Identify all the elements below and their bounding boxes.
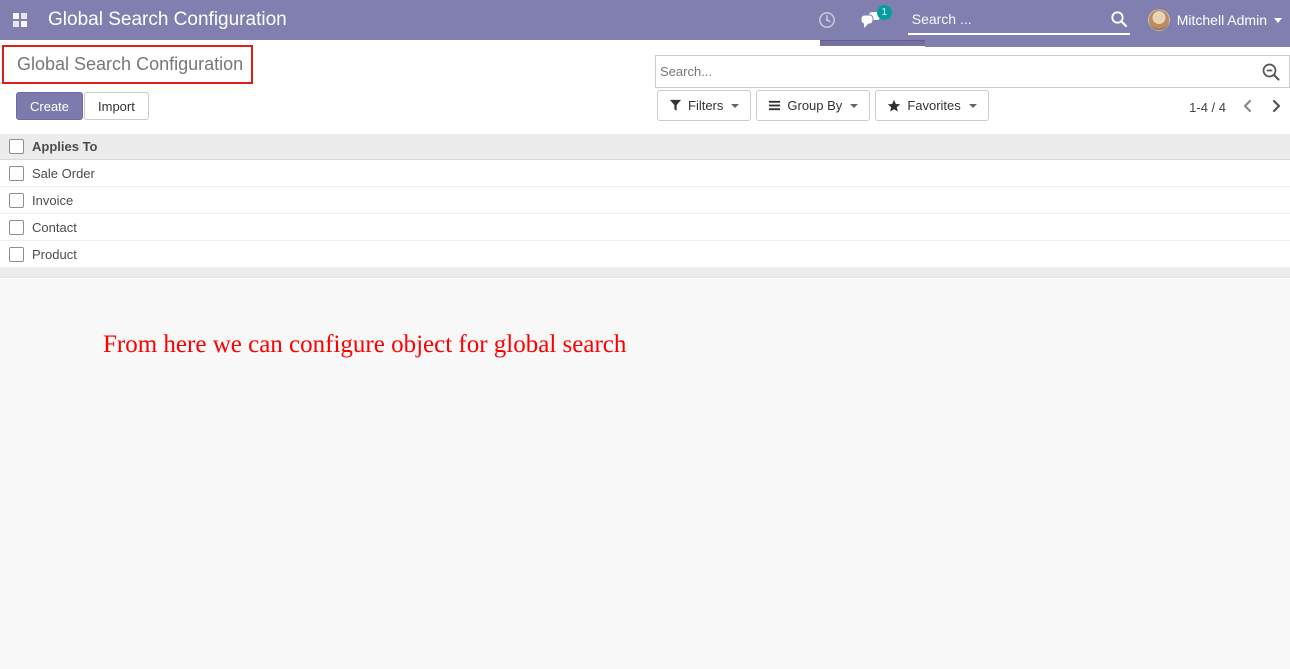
table-row[interactable]: Product: [0, 241, 1290, 268]
import-button[interactable]: Import: [84, 92, 149, 120]
row-label: Contact: [32, 220, 77, 235]
column-header-applies-to[interactable]: Applies To: [32, 139, 97, 154]
top-navbar: Global Search Configuration 1: [0, 0, 1290, 40]
pager-next-button[interactable]: [1269, 97, 1284, 118]
group-by-label: Group By: [787, 98, 842, 113]
row-label: Sale Order: [32, 166, 95, 181]
chevron-down-icon: [850, 104, 858, 108]
favorites-button[interactable]: Favorites: [875, 90, 988, 121]
search-options: Filters Group By Favorites: [657, 90, 989, 121]
pager-range: 1-4 / 4: [1189, 100, 1226, 115]
message-count-badge: 1: [877, 5, 892, 20]
create-button[interactable]: Create: [16, 92, 83, 120]
list-search-box: [655, 55, 1290, 88]
chevron-left-icon: [1242, 99, 1253, 113]
list-header-row: Applies To: [0, 134, 1290, 160]
table-row[interactable]: Sale Order: [0, 160, 1290, 187]
row-checkbox[interactable]: [9, 166, 24, 181]
table-row[interactable]: Invoice: [0, 187, 1290, 214]
bars-icon: [768, 99, 781, 112]
select-all-checkbox[interactable]: [9, 139, 24, 154]
list-footer-strip: [0, 268, 1290, 278]
annotation-text: From here we can configure object for gl…: [103, 331, 626, 359]
filters-button[interactable]: Filters: [657, 90, 751, 121]
table-row[interactable]: Contact: [0, 214, 1290, 241]
search-icon[interactable]: [1110, 10, 1128, 28]
pager: 1-4 / 4: [1189, 97, 1284, 118]
app-window: Global Search Configuration 1: [0, 0, 1290, 669]
app-title: Global Search Configuration: [48, 9, 287, 31]
filter-icon: [669, 99, 682, 112]
activities-menu-button[interactable]: [806, 0, 848, 40]
clock-icon: [818, 11, 836, 29]
apps-grid-icon: [12, 12, 28, 28]
list-search-input[interactable]: [656, 64, 1261, 79]
row-checkbox[interactable]: [9, 193, 24, 208]
breadcrumb[interactable]: Global Search Configuration: [4, 54, 243, 75]
apps-menu-button[interactable]: [0, 0, 40, 40]
user-avatar: [1148, 9, 1170, 31]
pager-previous-button[interactable]: [1240, 97, 1255, 118]
chevron-down-icon: [731, 104, 739, 108]
user-name: Mitchell Admin: [1177, 12, 1267, 28]
breadcrumb-highlight-box: Global Search Configuration: [2, 45, 253, 84]
row-label: Product: [32, 247, 77, 262]
star-icon: [887, 99, 901, 113]
favorites-label: Favorites: [907, 98, 960, 113]
row-label: Invoice: [32, 193, 73, 208]
user-menu[interactable]: Mitchell Admin: [1144, 0, 1290, 40]
chevron-down-icon: [1274, 18, 1282, 23]
navbar-extension: [925, 40, 1290, 47]
group-by-button[interactable]: Group By: [756, 90, 870, 121]
navbar-extension-dark: [820, 40, 925, 46]
filters-label: Filters: [688, 98, 723, 113]
row-checkbox[interactable]: [9, 220, 24, 235]
navbar-search-input[interactable]: [908, 11, 1088, 27]
navbar-search: [908, 5, 1130, 35]
row-checkbox[interactable]: [9, 247, 24, 262]
search-minus-icon[interactable]: [1261, 62, 1281, 82]
chevron-right-icon: [1271, 99, 1282, 113]
chevron-down-icon: [969, 104, 977, 108]
messaging-menu-button[interactable]: 1: [848, 0, 894, 40]
list-view: Applies To Sale Order Invoice Contact Pr…: [0, 134, 1290, 268]
